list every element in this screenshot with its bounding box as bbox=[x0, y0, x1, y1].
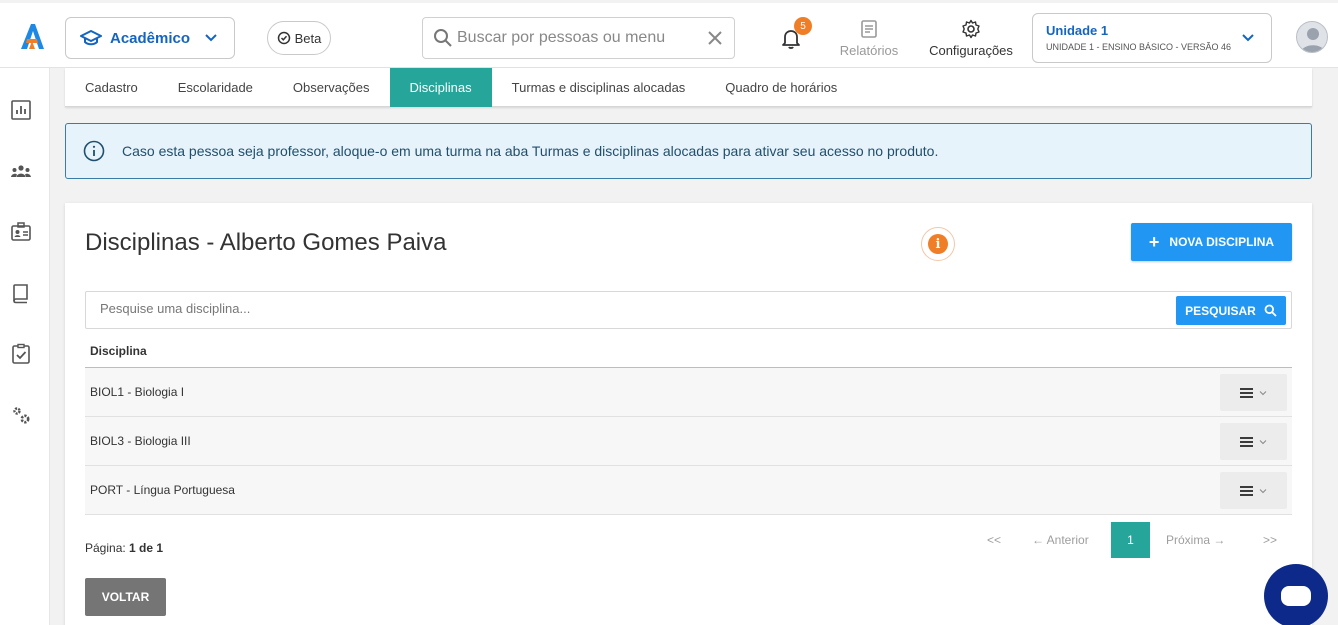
tab-cadastro[interactable]: Cadastro bbox=[65, 68, 158, 107]
people-group-icon[interactable] bbox=[10, 160, 32, 182]
info-alert-text: Caso esta pessoa seja professor, aloque-… bbox=[122, 143, 939, 159]
tab-escolaridade[interactable]: Escolaridade bbox=[158, 68, 273, 107]
product-label: Acadêmico bbox=[110, 29, 191, 47]
info-icon bbox=[83, 140, 105, 162]
top-bar: Acadêmico Beta 5 Relatórios bbox=[0, 0, 1338, 68]
product-selector-button[interactable]: Acadêmico bbox=[65, 17, 235, 59]
pagination-previous[interactable]: ← Anterior bbox=[1032, 522, 1089, 558]
discipline-name: BIOL1 - Biologia I bbox=[90, 385, 185, 399]
search-icon bbox=[434, 29, 452, 47]
beta-label: Beta bbox=[294, 30, 322, 46]
checklist-icon[interactable] bbox=[10, 343, 32, 365]
document-icon bbox=[861, 20, 877, 38]
disciplines-table: BIOL1 - Biologia I BIOL3 - Biologia III … bbox=[85, 367, 1292, 515]
chevron-down-icon bbox=[205, 34, 217, 42]
settings-gears-icon[interactable] bbox=[10, 404, 32, 426]
table-row: BIOL3 - Biologia III bbox=[85, 417, 1292, 466]
id-card-icon[interactable] bbox=[10, 221, 32, 243]
tab-turmas-disciplinas-alocadas[interactable]: Turmas e disciplinas alocadas bbox=[492, 68, 706, 107]
search-button[interactable]: PESQUISAR bbox=[1176, 296, 1286, 325]
pagination-last[interactable]: >> bbox=[1263, 522, 1277, 558]
column-header-discipline: Disciplina bbox=[90, 344, 147, 358]
global-search bbox=[422, 17, 735, 59]
notification-badge: 5 bbox=[794, 17, 812, 35]
discipline-search: PESQUISAR bbox=[85, 291, 1292, 329]
search-icon bbox=[1264, 304, 1277, 317]
pagination-current-page[interactable]: 1 bbox=[1111, 522, 1150, 558]
settings-label: Configurações bbox=[929, 43, 1013, 58]
reports-link[interactable]: Relatórios bbox=[836, 19, 902, 58]
pagination-first[interactable]: << bbox=[987, 522, 1001, 558]
table-row: BIOL1 - Biologia I bbox=[85, 368, 1292, 417]
gear-icon bbox=[962, 19, 980, 39]
tab-disciplinas[interactable]: Disciplinas bbox=[389, 68, 492, 107]
avatar[interactable] bbox=[1296, 21, 1328, 53]
check-circle-icon bbox=[277, 31, 290, 45]
hamburger-chevron-icon bbox=[1239, 485, 1266, 496]
close-icon[interactable] bbox=[706, 29, 724, 47]
page-title: Disciplinas - Alberto Gomes Paiva bbox=[85, 229, 447, 256]
tab-observacoes[interactable]: Observações bbox=[273, 68, 390, 107]
sidebar bbox=[0, 68, 50, 625]
discipline-search-input[interactable] bbox=[100, 301, 1160, 316]
unit-subtitle: UNIDADE 1 - ENSINO BÁSICO - VERSÃO 46 bbox=[1046, 42, 1232, 52]
reports-label: Relatórios bbox=[839, 43, 899, 58]
page-indicator-value: 1 de 1 bbox=[129, 541, 164, 555]
user-avatar-icon bbox=[1301, 28, 1325, 52]
discipline-name: BIOL3 - Biologia III bbox=[90, 434, 191, 448]
table-row: PORT - Língua Portuguesa bbox=[85, 466, 1292, 515]
app-logo-icon[interactable] bbox=[18, 21, 46, 51]
beta-button[interactable]: Beta bbox=[267, 21, 331, 55]
settings-link[interactable]: Configurações bbox=[926, 19, 1016, 58]
unit-selector[interactable]: Unidade 1 UNIDADE 1 - ENSINO BÁSICO - VE… bbox=[1032, 13, 1272, 63]
graduation-cap-icon bbox=[80, 30, 102, 46]
person-tabs: Cadastro Escolaridade Observações Discip… bbox=[65, 68, 1312, 107]
unit-title: Unidade 1 bbox=[1046, 23, 1109, 38]
dashboard-chart-icon[interactable] bbox=[10, 99, 32, 121]
chevron-down-icon bbox=[1242, 34, 1254, 42]
back-button[interactable]: VOLTAR bbox=[85, 578, 166, 616]
book-icon[interactable] bbox=[10, 282, 32, 304]
new-discipline-label: NOVA DISCIPLINA bbox=[1169, 235, 1275, 249]
help-info-button[interactable]: i bbox=[921, 227, 955, 261]
page-indicator: Página: 1 de 1 bbox=[85, 541, 163, 555]
search-button-label: PESQUISAR bbox=[1185, 303, 1256, 318]
info-icon: i bbox=[928, 234, 948, 254]
pagination-next[interactable]: Próxima → bbox=[1166, 522, 1225, 558]
disciplines-card: Disciplinas - Alberto Gomes Paiva i + NO… bbox=[65, 203, 1312, 625]
new-discipline-button[interactable]: + NOVA DISCIPLINA bbox=[1131, 223, 1292, 261]
hamburger-chevron-icon bbox=[1239, 387, 1266, 398]
hamburger-chevron-icon bbox=[1239, 436, 1266, 447]
discipline-name: PORT - Língua Portuguesa bbox=[90, 483, 235, 497]
page-indicator-label: Página: bbox=[85, 541, 126, 555]
info-alert: Caso esta pessoa seja professor, aloque-… bbox=[65, 123, 1312, 179]
row-actions-menu-button[interactable] bbox=[1220, 472, 1287, 509]
tab-quadro-horarios[interactable]: Quadro de horários bbox=[705, 68, 857, 107]
chat-bubble-icon bbox=[1281, 586, 1311, 606]
global-search-input[interactable] bbox=[457, 29, 697, 47]
chat-widget-button[interactable] bbox=[1264, 564, 1328, 625]
row-actions-menu-button[interactable] bbox=[1220, 423, 1287, 460]
row-actions-menu-button[interactable] bbox=[1220, 374, 1287, 411]
plus-icon: + bbox=[1148, 232, 1160, 252]
